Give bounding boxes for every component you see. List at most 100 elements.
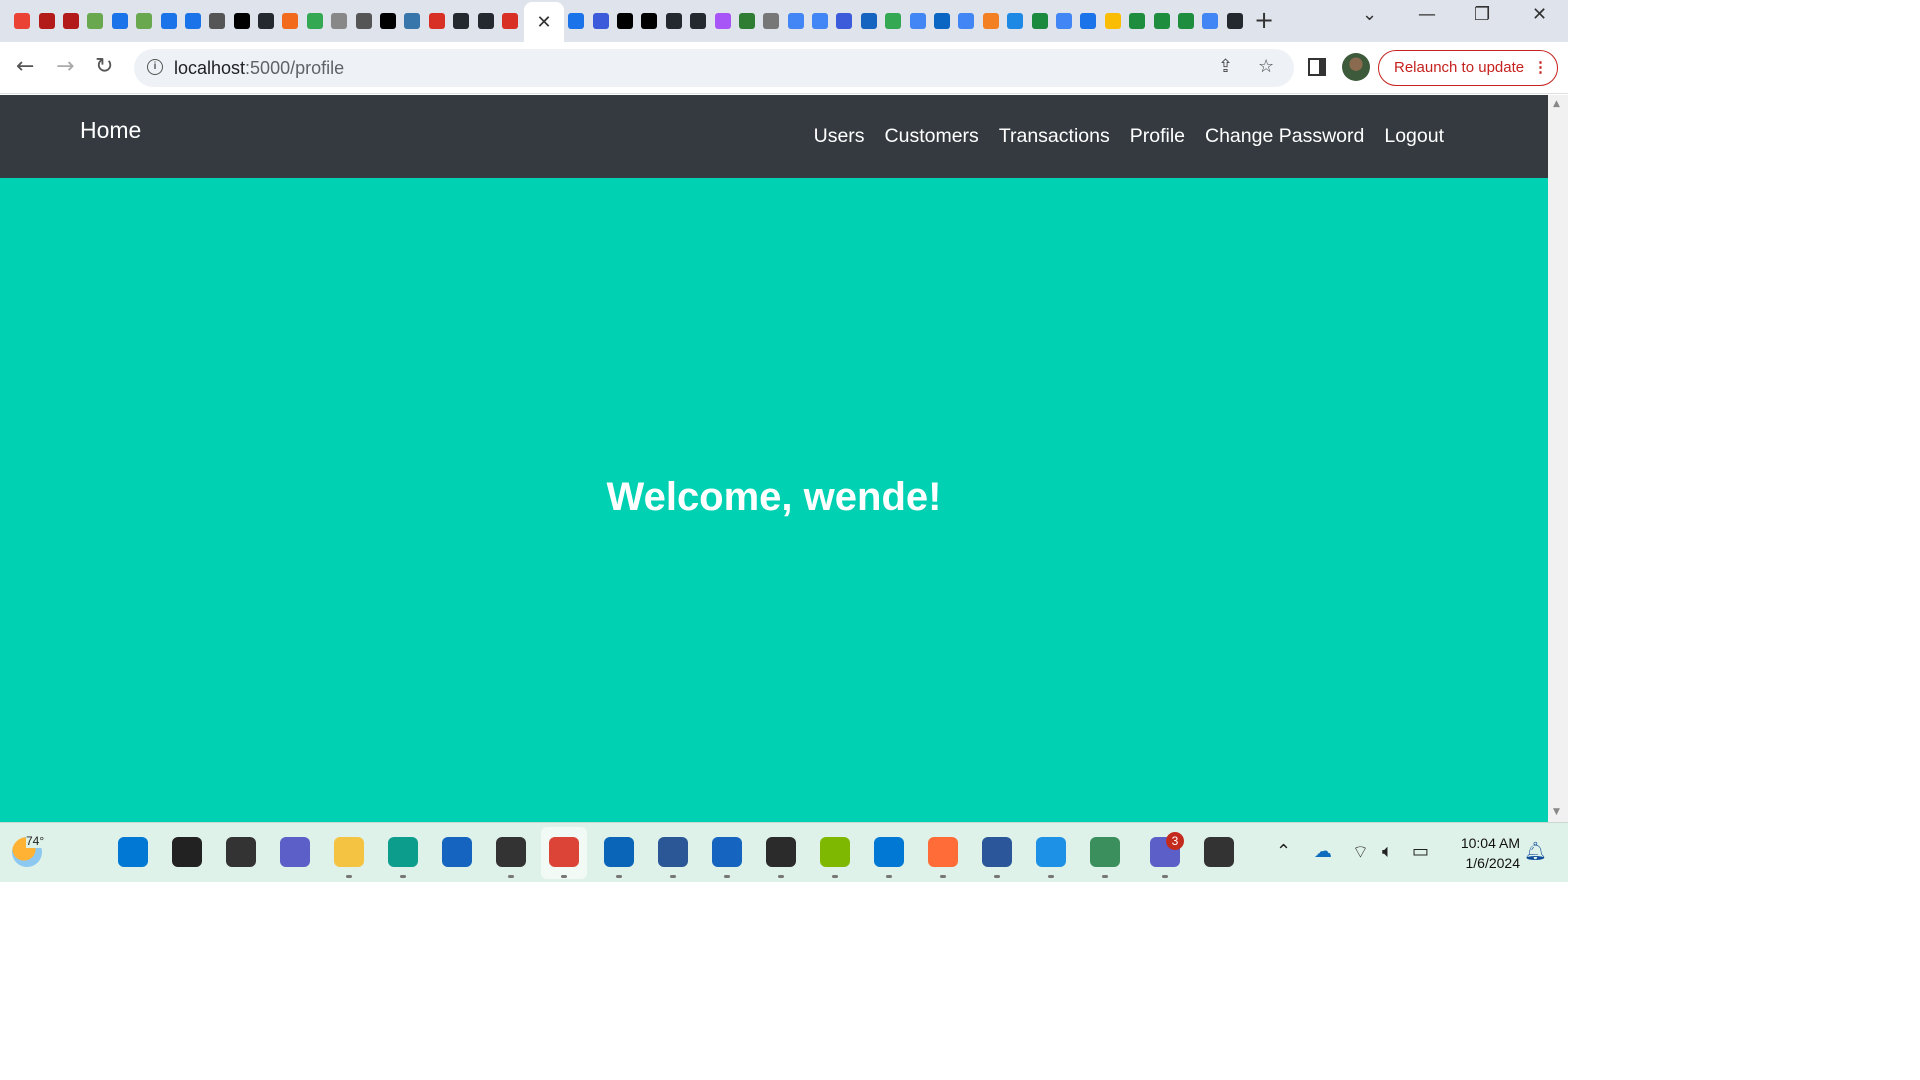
tab-favicon-icon[interactable]	[1052, 9, 1076, 33]
close-tab-icon[interactable]: ✕	[536, 12, 551, 33]
tab-favicon-icon[interactable]	[132, 9, 156, 33]
active-tab[interactable]: ✕	[524, 2, 564, 42]
nav-profile[interactable]: Profile	[1130, 125, 1185, 148]
nav-customers[interactable]: Customers	[885, 125, 979, 148]
tab-favicon-icon[interactable]	[1076, 9, 1100, 33]
tab-search-icon[interactable]: ⌄	[1362, 4, 1377, 25]
task-view-icon[interactable]	[226, 837, 256, 867]
profile-avatar[interactable]	[1342, 53, 1370, 81]
tab-favicon-icon[interactable]	[400, 9, 424, 33]
volume-icon[interactable]: 🔈︎	[1382, 841, 1393, 862]
nav-users[interactable]: Users	[814, 125, 865, 148]
forward-icon[interactable]: →	[56, 54, 74, 79]
tab-favicon-icon[interactable]	[181, 9, 205, 33]
nav-change-password[interactable]: Change Password	[1205, 125, 1364, 148]
tab-favicon-icon[interactable]	[784, 9, 808, 33]
tab-favicon-icon[interactable]	[832, 9, 856, 33]
tab-favicon-icon[interactable]	[1149, 9, 1173, 33]
page-scrollbar[interactable]: ▲ ▼	[1548, 95, 1568, 822]
tab-favicon-icon[interactable]	[351, 9, 375, 33]
tab-favicon-icon[interactable]	[473, 9, 497, 33]
scroll-down-icon[interactable]: ▼	[1553, 807, 1560, 817]
chat-icon[interactable]	[280, 837, 310, 867]
nav-logout[interactable]: Logout	[1384, 125, 1444, 148]
tab-favicon-icon[interactable]	[1027, 9, 1051, 33]
defender-icon[interactable]	[712, 837, 742, 867]
edge-icon[interactable]	[388, 837, 418, 867]
tab-favicon-icon[interactable]	[327, 9, 351, 33]
tab-favicon-icon[interactable]	[808, 9, 832, 33]
network-app-icon[interactable]	[1090, 837, 1120, 867]
tab-favicon-icon[interactable]	[1003, 9, 1027, 33]
tab-favicon-icon[interactable]	[254, 9, 278, 33]
vscode-icon[interactable]	[874, 837, 904, 867]
tab-favicon-icon[interactable]	[425, 9, 449, 33]
tab-favicon-icon[interactable]	[905, 9, 929, 33]
notification-bell-icon[interactable]: 🔔︎	[1524, 841, 1547, 862]
start-icon[interactable]	[118, 837, 148, 867]
tab-favicon-icon[interactable]	[954, 9, 978, 33]
more-apps-icon[interactable]	[1204, 837, 1234, 867]
tab-favicon-icon[interactable]	[759, 9, 783, 33]
file-explorer-icon[interactable]	[334, 837, 364, 867]
git-icon[interactable]	[820, 837, 850, 867]
tab-favicon-icon[interactable]	[376, 9, 400, 33]
back-icon[interactable]: ←	[16, 54, 34, 79]
tab-favicon-icon[interactable]	[735, 9, 759, 33]
docker-icon[interactable]	[1036, 837, 1066, 867]
tab-favicon-icon[interactable]	[449, 9, 473, 33]
scroll-up-icon[interactable]: ▲	[1553, 99, 1560, 109]
relaunch-button[interactable]: Relaunch to update ⋮	[1378, 50, 1558, 86]
tab-favicon-icon[interactable]	[1223, 9, 1247, 33]
tab-favicon-icon[interactable]	[1125, 9, 1149, 33]
wifi-icon[interactable]: ⌔	[1352, 841, 1369, 864]
home-link[interactable]: Home	[80, 117, 141, 144]
word-icon[interactable]	[982, 837, 1012, 867]
tab-favicon-icon[interactable]	[1174, 9, 1198, 33]
site-info-icon[interactable]: i	[147, 59, 163, 75]
postman-icon[interactable]	[928, 837, 958, 867]
bookmark-star-icon[interactable]: ☆	[1258, 56, 1274, 77]
tab-favicon-icon[interactable]	[156, 9, 180, 33]
outlook-icon[interactable]	[604, 837, 634, 867]
tab-favicon-icon[interactable]	[564, 9, 588, 33]
tab-favicon-icon[interactable]	[637, 9, 661, 33]
tab-favicon-icon[interactable]	[278, 9, 302, 33]
address-bar[interactable]: i localhost:5000/profile ⇪ ☆	[134, 49, 1294, 87]
tab-favicon-icon[interactable]	[230, 9, 254, 33]
windows-terminal-icon[interactable]	[766, 837, 796, 867]
battery-icon[interactable]: ▭	[1412, 841, 1429, 862]
tab-favicon-icon[interactable]	[10, 9, 34, 33]
tab-favicon-icon[interactable]	[930, 9, 954, 33]
weather-temp[interactable]: 74°	[26, 834, 45, 848]
remote-desktop-icon[interactable]	[658, 837, 688, 867]
tab-favicon-icon[interactable]	[857, 9, 881, 33]
tab-favicon-icon[interactable]	[1101, 9, 1125, 33]
tab-favicon-icon[interactable]	[108, 9, 132, 33]
show-hidden-icons-icon[interactable]: ⌃	[1276, 841, 1291, 862]
tab-favicon-icon[interactable]	[613, 9, 637, 33]
tab-favicon-icon[interactable]	[979, 9, 1003, 33]
tab-favicon-icon[interactable]	[881, 9, 905, 33]
tab-favicon-icon[interactable]	[498, 9, 522, 33]
tab-favicon-icon[interactable]	[303, 9, 327, 33]
side-panel-icon[interactable]	[1308, 58, 1326, 76]
menu-kebab-icon[interactable]: ⋮	[1533, 51, 1548, 84]
tab-favicon-icon[interactable]	[34, 9, 58, 33]
chrome-icon[interactable]	[549, 837, 579, 867]
terminal-app-icon[interactable]	[496, 837, 526, 867]
search-icon[interactable]	[172, 837, 202, 867]
system-clock[interactable]: 10:04 AM 1/6/2024	[1450, 833, 1520, 873]
tab-favicon-icon[interactable]	[205, 9, 229, 33]
url-text[interactable]: localhost:5000/profile	[174, 58, 344, 79]
close-window-icon[interactable]: ✕	[1532, 4, 1547, 25]
store-icon[interactable]	[442, 837, 472, 867]
share-icon[interactable]: ⇪	[1218, 56, 1233, 77]
tab-favicon-icon[interactable]	[662, 9, 686, 33]
onedrive-icon[interactable]: ☁	[1314, 841, 1332, 862]
tab-favicon-icon[interactable]	[710, 9, 734, 33]
new-tab-button[interactable]: +	[1254, 6, 1274, 34]
tab-favicon-icon[interactable]	[1198, 9, 1222, 33]
reload-icon[interactable]: ↻	[95, 54, 113, 79]
tab-favicon-icon[interactable]	[686, 9, 710, 33]
